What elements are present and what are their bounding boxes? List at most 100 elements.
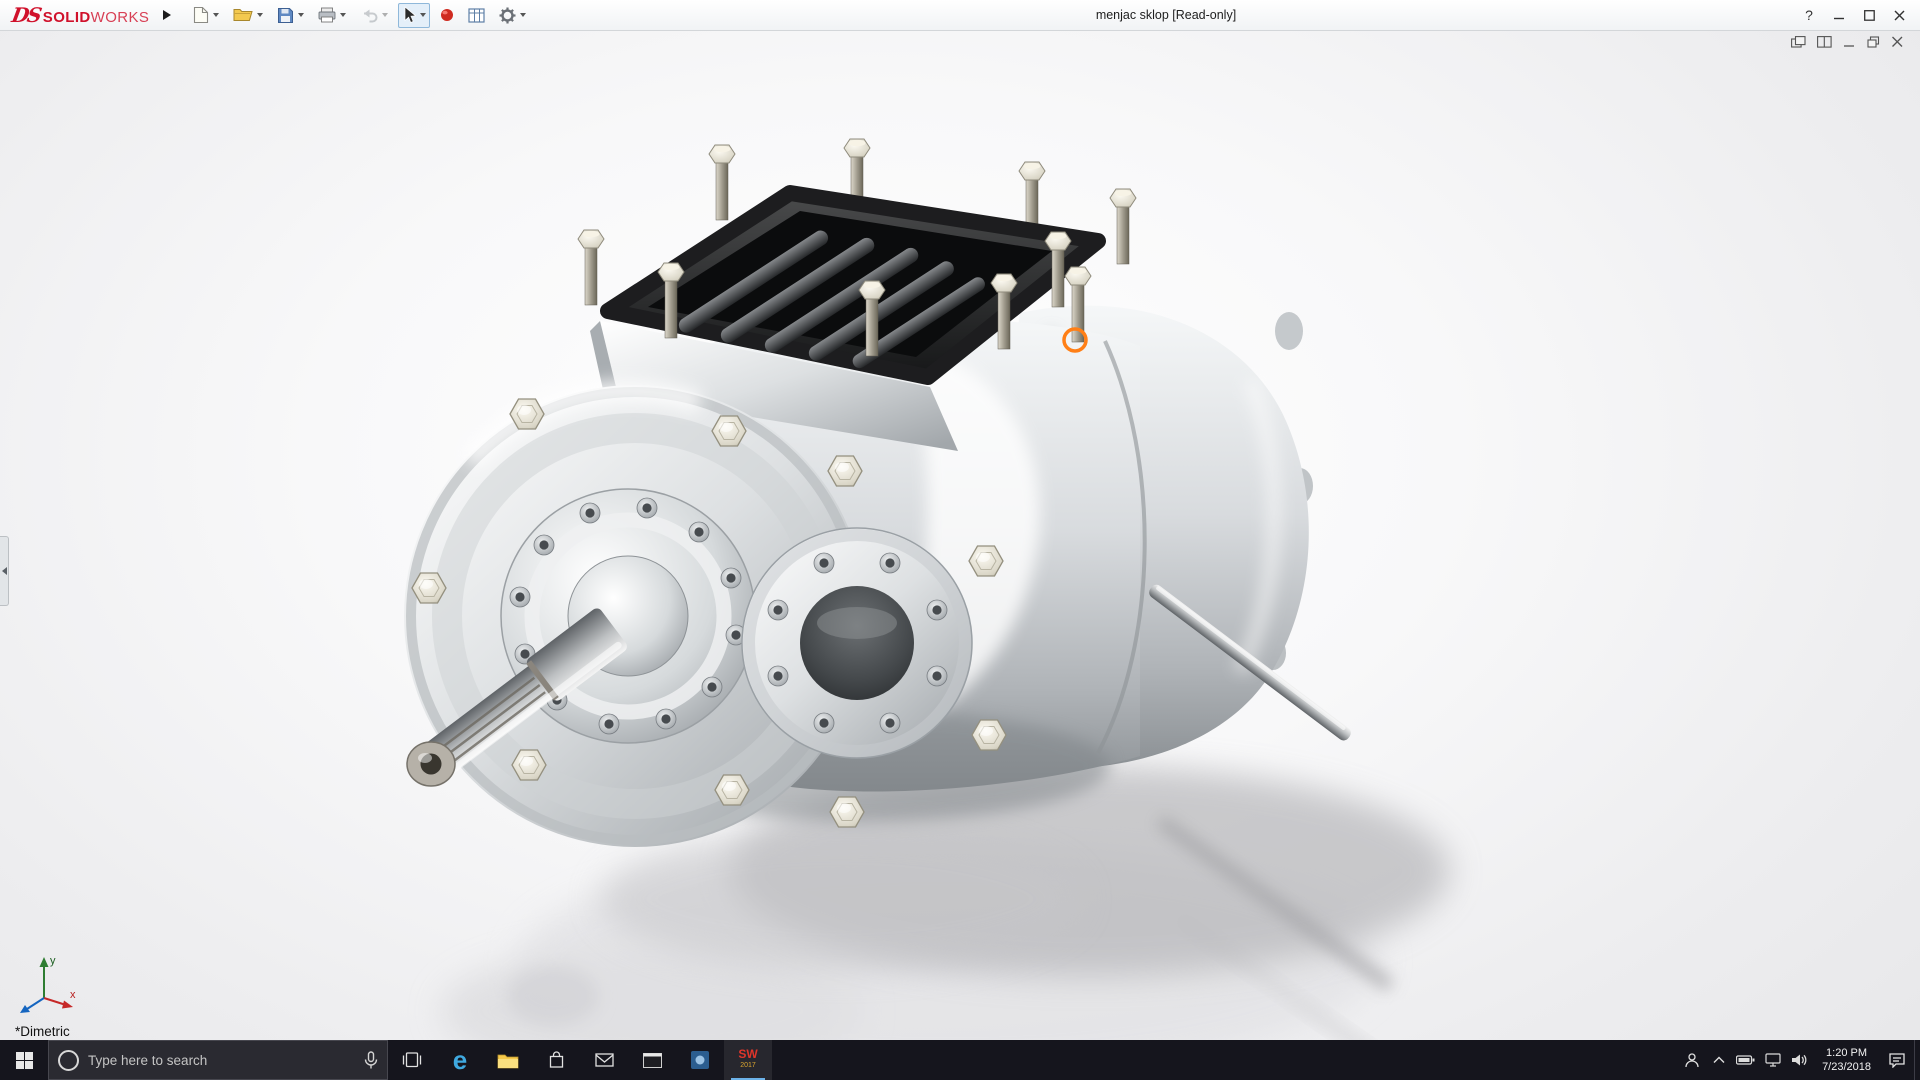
dropdown-caret [340,13,347,17]
task-view-button[interactable] [388,1040,436,1080]
people-button[interactable] [1678,1040,1705,1080]
action-center-button[interactable] [1880,1040,1914,1080]
close-icon [1894,10,1904,20]
terminal-button[interactable] [628,1040,676,1080]
dropdown-caret [213,13,220,17]
window-controls: ? [1794,2,1914,29]
doc-restore-icon[interactable] [1867,36,1880,48]
mail-icon [594,1053,614,1067]
search-input[interactable] [88,1052,355,1068]
solidworks-taskbar-button[interactable]: SW 2017 [724,1040,772,1080]
design-table-icon [468,7,485,23]
logo-text-solid: SOLID [42,9,91,26]
dropdown-caret [257,13,264,17]
task-view-icon [402,1052,422,1068]
quick-access-toolbar [189,2,530,28]
battery-icon [1736,1055,1755,1065]
sw-letters: SW [738,1047,758,1061]
notifications-icon [1889,1053,1905,1068]
network-button[interactable] [1759,1040,1786,1080]
photos-app-icon [691,1051,709,1069]
pane-cascade-icon[interactable] [1791,36,1806,48]
mail-button[interactable] [580,1040,628,1080]
file-explorer-icon [497,1054,519,1068]
people-icon [1684,1053,1699,1068]
photos-button[interactable] [676,1040,724,1080]
new-document-icon [194,6,209,24]
options-button[interactable] [495,3,530,28]
taskbar-search[interactable] [48,1040,388,1080]
microphone-icon[interactable] [364,1050,378,1070]
bearing-cover-plate[interactable] [741,527,973,759]
doc-minimize-icon[interactable] [1843,36,1856,48]
edge-icon: e [452,1045,468,1075]
start-button[interactable] [0,1040,48,1080]
select-cursor-icon [404,6,417,23]
gearbox-3d-model[interactable] [0,31,1920,1040]
file-explorer-button[interactable] [484,1040,532,1080]
view-orientation-label: *Dimetric [15,1024,70,1039]
store-bag-icon [549,1051,563,1068]
help-button[interactable]: ? [1794,2,1824,29]
gear-icon [499,7,516,23]
volume-button[interactable] [1786,1040,1813,1080]
solidworks-logo: DS SOLID WORKS [9,3,150,27]
print-button[interactable] [314,3,350,28]
ds-logo-glyph: DS [9,3,42,27]
new-document-button[interactable] [189,3,223,28]
clock-date: 7/23/2018 [1822,1061,1871,1073]
pane-split-icon[interactable] [1817,36,1832,48]
open-icon [233,9,253,21]
titlebar: DS SOLID WORKS menjac sklop [Read-only] … [0,0,1920,31]
graphics-viewport[interactable]: y x *Dimetric [0,31,1920,1040]
battery-button[interactable] [1732,1040,1759,1080]
document-window-controls [1791,36,1904,48]
y-axis-label: y [50,955,56,967]
featuremanager-collapsed-tab[interactable] [0,536,9,606]
minimize-button[interactable] [1824,2,1854,29]
open-button[interactable] [229,3,267,28]
undo-button[interactable] [356,3,392,28]
logo-text-works: WORKS [90,9,150,26]
collapse-arrow-icon [1,567,7,575]
dropdown-caret [298,13,305,17]
maximize-icon [1863,9,1875,21]
dropdown-caret [520,13,527,17]
sw-year: 2017 [740,1062,756,1069]
windows-logo-icon [15,1051,33,1069]
minimize-icon [1833,17,1844,19]
taskbar-clock[interactable]: 1:20 PM 7/23/2018 [1813,1046,1880,1074]
store-button[interactable] [532,1040,580,1080]
document-title: menjac sklop [Read-only] [1095,8,1237,22]
volume-icon [1792,1054,1807,1066]
record-button[interactable] [436,3,458,28]
y-axis-arrow [39,957,49,967]
hidden-icons-button[interactable] [1705,1040,1732,1080]
save-button[interactable] [273,3,308,28]
solidworks-app-icon: SW 2017 [738,1047,758,1071]
menu-expand-icon[interactable] [163,10,172,20]
network-icon [1764,1053,1781,1067]
print-icon [318,7,336,23]
system-tray: 1:20 PM 7/23/2018 [1678,1040,1920,1080]
show-desktop-button[interactable] [1914,1040,1920,1080]
windows-taskbar: e SW 2017 [0,1040,1920,1080]
x-axis-arrow [62,1000,73,1009]
clock-time: 1:20 PM [1826,1047,1868,1059]
terminal-window-icon [642,1052,662,1068]
dropdown-caret [382,13,389,17]
edge-button[interactable]: e [436,1040,484,1080]
undo-icon [364,9,378,23]
doc-close-icon[interactable] [1891,36,1904,48]
x-axis-label: x [70,989,76,1001]
record-icon [441,9,454,21]
close-button[interactable] [1884,2,1914,29]
maximize-button[interactable] [1854,2,1884,29]
cortana-icon[interactable] [58,1049,79,1071]
chevron-up-icon [1713,1056,1725,1063]
reference-triad: y x [20,955,76,1013]
design-table-button[interactable] [464,3,489,28]
select-tool-button[interactable] [398,2,431,28]
dropdown-caret [420,13,427,17]
save-icon [278,7,294,23]
